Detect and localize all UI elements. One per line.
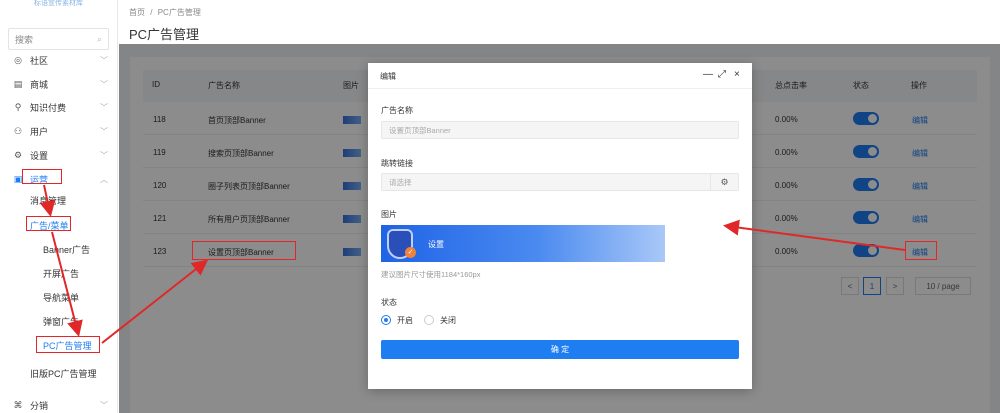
user-icon: ⚇ <box>13 125 23 136</box>
sidebar-item-label: 分销 <box>30 400 49 411</box>
maximize-icon[interactable]: ⤢ <box>718 69 726 80</box>
modal-title: 编辑 <box>380 72 396 81</box>
banner-image[interactable]: ✓ 设置 <box>381 225 665 262</box>
chevron-down-icon: ﹀ <box>100 400 108 410</box>
sidebar-item-label: 消息管理 <box>30 195 67 206</box>
chevron-down-icon: ﹀ <box>100 102 108 112</box>
sidebar-item-old-pc-ad[interactable]: 旧版PC广告管理 ﹀ <box>30 364 138 382</box>
chat-icon: ◎ <box>14 54 22 65</box>
sidebar-item-label: 社区 <box>30 55 49 66</box>
breadcrumb: 首页 / PC广告管理 <box>129 7 990 18</box>
chevron-down-icon: ﹀ <box>100 55 108 65</box>
sidebar-item-messages[interactable]: 消息管理 <box>30 191 130 209</box>
link-placeholder: 请选择 <box>389 177 412 187</box>
chevron-down-icon: ﹀ <box>100 150 108 160</box>
sidebar-item-users[interactable]: ⚇ 用户 ﹀ <box>0 121 118 141</box>
close-icon[interactable]: × <box>734 69 740 80</box>
page-title: PC广告管理 <box>129 27 200 42</box>
chevron-up-icon: ︿ <box>100 174 108 184</box>
page-header: 首页 / PC广告管理 PC广告管理 <box>119 0 1000 44</box>
sidebar-item-label: 设置 <box>30 150 49 161</box>
gear-icon: ⚙ <box>13 149 23 160</box>
search-placeholder: 搜索 <box>15 34 34 45</box>
sidebar-item-label: 知识付费 <box>30 102 67 113</box>
sidebar-item-label: 商城 <box>30 79 49 90</box>
sidebar-item-settings[interactable]: ⚙ 设置 ﹀ <box>0 145 118 165</box>
image-size-hint: 建议图片尺寸使用1184*160px <box>381 270 481 279</box>
ad-name-label: 广告名称 <box>381 106 413 115</box>
status-on-label[interactable]: 开启 <box>397 315 413 326</box>
sidebar-item-community[interactable]: ◎ 社区 ﹀ <box>0 50 118 70</box>
chevron-down-icon: ﹀ <box>100 79 108 89</box>
breadcrumb-separator: / <box>150 8 153 17</box>
sidebar-item-label: 用户 <box>30 126 49 137</box>
confirm-button[interactable]: 确 定 <box>381 340 739 359</box>
logo: 标语宣传素材库 <box>34 0 83 7</box>
annotation-box <box>22 169 62 184</box>
sidebar-item-shop[interactable]: ▤ 商城 ﹀ <box>0 74 118 94</box>
org-icon: ⌘ <box>13 399 23 410</box>
link-select[interactable]: 请选择 ⚙ <box>381 173 739 191</box>
sidebar-item-label: 导航菜单 <box>43 292 80 303</box>
annotation-box <box>26 216 71 231</box>
minimize-icon[interactable]: — <box>703 69 713 80</box>
modal-header: 编辑 <box>368 63 752 89</box>
sidebar-item-distribution[interactable]: ⌘ 分销 ﹀ <box>0 395 118 413</box>
status-on-radio[interactable] <box>381 315 391 325</box>
shop-icon: ▤ <box>13 78 23 89</box>
gear-icon[interactable]: ⚙ <box>710 173 738 191</box>
search-input[interactable]: 搜索 ⌕ <box>8 28 109 50</box>
banner-text: 设置 <box>428 240 444 249</box>
sidebar-item-label: 开屏广告 <box>43 268 80 279</box>
search-icon: ⌕ <box>96 33 102 44</box>
sidebar-item-knowledge[interactable]: ⚲ 知识付费 ﹀ <box>0 97 118 117</box>
sidebar-item-label: 弹窗广告 <box>43 316 80 327</box>
ad-name-value: 设置页顶部Banner <box>389 125 451 135</box>
annotation-box <box>36 336 100 353</box>
link-label: 跳转链接 <box>381 159 413 168</box>
status-off-label[interactable]: 关闭 <box>440 315 456 326</box>
ad-name-input[interactable]: 设置页顶部Banner <box>381 121 739 139</box>
check-badge-icon: ✓ <box>405 247 416 258</box>
chevron-down-icon: ﹀ <box>100 126 108 136</box>
sidebar-item-label: 旧版PC广告管理 <box>30 368 97 379</box>
location-icon: ⚲ <box>14 101 22 112</box>
edit-modal: 编辑 — ⤢ × 广告名称 设置页顶部Banner 跳转链接 请选择 ⚙ 图片 … <box>368 63 752 389</box>
sidebar-item-label: Banner广告 <box>43 244 91 255</box>
image-label: 图片 <box>381 210 397 219</box>
breadcrumb-current: PC广告管理 <box>157 8 201 17</box>
status-off-radio[interactable] <box>424 315 434 325</box>
status-label: 状态 <box>381 298 397 307</box>
annotation-box <box>192 241 296 260</box>
annotation-box <box>905 241 937 260</box>
breadcrumb-home[interactable]: 首页 <box>129 8 145 17</box>
